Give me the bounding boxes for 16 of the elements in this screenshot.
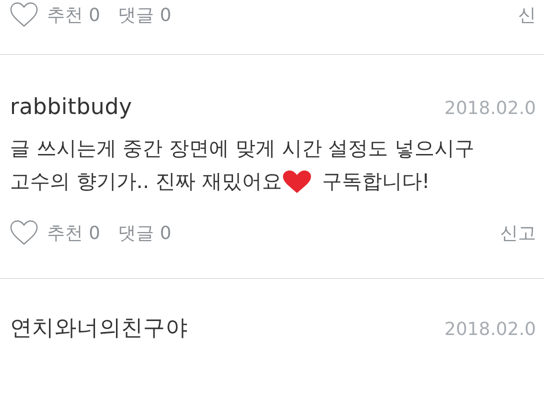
heart-icon[interactable]: [10, 2, 38, 28]
report-link[interactable]: 신고: [500, 221, 536, 245]
comment-text: 구독합니다!: [322, 168, 430, 195]
like-count[interactable]: 추천 0: [47, 3, 100, 27]
comment-author: rabbitbudy: [10, 95, 132, 120]
reply-count[interactable]: 댓글 0: [118, 3, 172, 27]
heart-icon: [282, 170, 312, 194]
like-count[interactable]: 추천 0: [47, 221, 100, 245]
comment-date: 2018.02.0: [444, 319, 536, 340]
comment-text: 고수의 향기가.. 진짜 재밌어요: [10, 168, 282, 195]
comment-date: 2018.02.0: [444, 98, 536, 119]
heart-icon[interactable]: [10, 220, 38, 246]
report-link[interactable]: 신: [518, 3, 536, 27]
reply-count[interactable]: 댓글 0: [118, 221, 172, 245]
comment-text: 글 쓰시는게 중간 장면에 맞게 시간 설정도 넣으시구: [10, 135, 475, 162]
comment-author: 연치와너의친구야: [10, 315, 188, 343]
